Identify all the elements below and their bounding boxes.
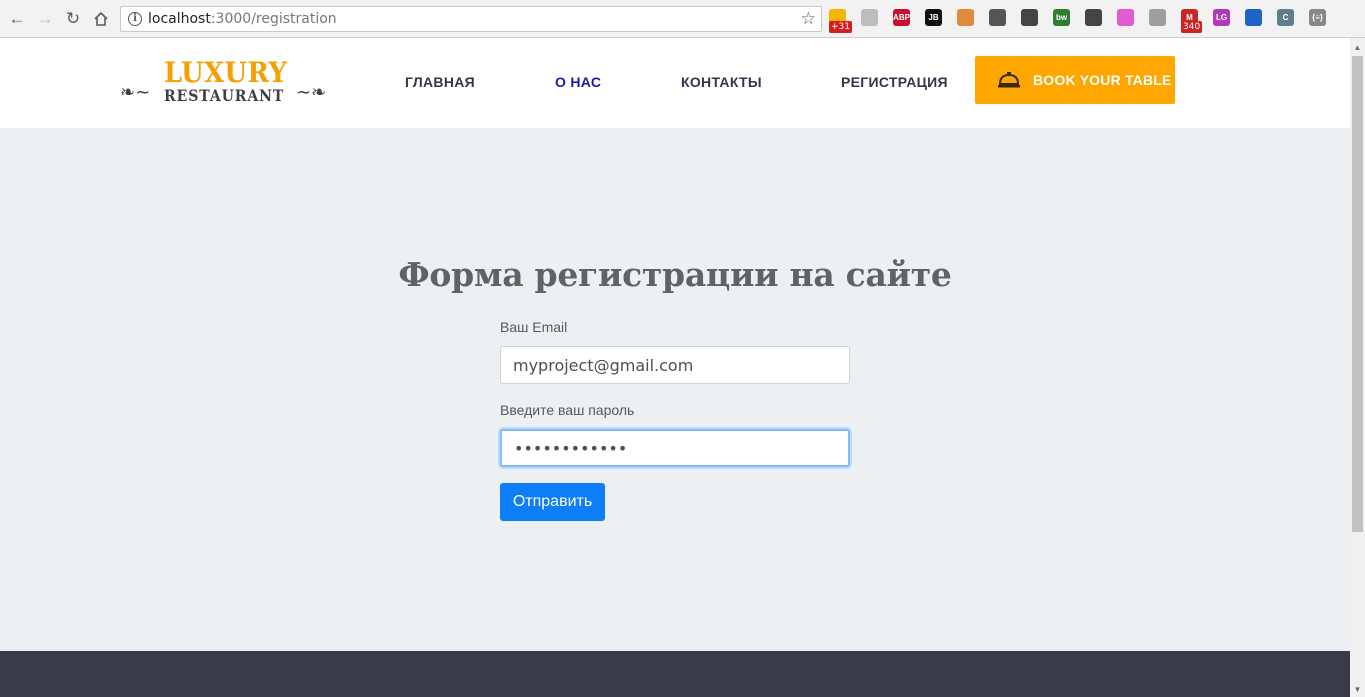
nav-about[interactable]: О НАС: [555, 74, 601, 90]
forward-icon[interactable]: →: [34, 8, 56, 30]
save-icon[interactable]: [1245, 9, 1262, 26]
c-icon[interactable]: C: [1277, 9, 1294, 26]
form-title: Форма регистрации на сайте: [398, 255, 952, 294]
eyedropper-icon[interactable]: [989, 9, 1006, 26]
back-icon[interactable]: ←: [6, 8, 28, 30]
layout-icon[interactable]: [1149, 9, 1166, 26]
weather-badge: +31: [829, 21, 852, 33]
service-bell-icon: [998, 72, 1020, 88]
site-header: ❧∼ LUXURY RESTAURANT ∼❧ ГЛАВНАЯ О НАС КО…: [0, 38, 1350, 128]
ornament-left-icon: ❧∼: [120, 82, 151, 102]
nav-home[interactable]: ГЛАВНАЯ: [405, 74, 475, 90]
lg-icon[interactable]: LG: [1213, 9, 1230, 26]
gradient-icon[interactable]: [1117, 9, 1134, 26]
footer: [0, 651, 1350, 697]
info-icon[interactable]: i: [128, 12, 142, 26]
nav-contacts[interactable]: КОНТАКТЫ: [681, 74, 762, 90]
scroll-down-icon[interactable]: ▼: [1350, 682, 1365, 697]
logo[interactable]: ❧∼ LUXURY RESTAURANT ∼❧: [120, 58, 332, 108]
sync-icon[interactable]: [1085, 9, 1102, 26]
logo-subtitle: RESTAURANT: [164, 86, 285, 105]
submit-button[interactable]: Отправить: [500, 483, 605, 521]
email-field[interactable]: [500, 346, 850, 384]
url-text: localhost:3000/registration: [148, 11, 337, 27]
book-table-label: BOOK YOUR TABLE: [1033, 72, 1172, 88]
scrollbar-thumb[interactable]: [1352, 56, 1363, 532]
ornament-right-icon: ∼❧: [296, 82, 327, 102]
adblock-icon[interactable]: ABP: [893, 9, 910, 26]
nav-registration[interactable]: РЕГИСТРАЦИЯ: [841, 74, 948, 90]
pdf-icon[interactable]: [861, 9, 878, 26]
browser-toolbar: ← → ↻ i localhost:3000/registration ☆ +3…: [0, 0, 1365, 38]
ruler-icon[interactable]: [957, 9, 974, 26]
jetbrains-icon[interactable]: JB: [925, 9, 942, 26]
logo-title: LUXURY: [164, 56, 288, 89]
bw-icon[interactable]: bw: [1053, 9, 1070, 26]
address-bar[interactable]: i localhost:3000/registration ☆: [120, 6, 822, 32]
book-table-button[interactable]: BOOK YOUR TABLE: [975, 56, 1175, 104]
bookmark-star-icon[interactable]: ☆: [801, 9, 816, 29]
email-label: Ваш Email: [500, 319, 568, 335]
json-icon[interactable]: {≡}: [1309, 9, 1326, 26]
reload-icon[interactable]: ↻: [62, 8, 84, 30]
scroll-up-icon[interactable]: ▲: [1350, 40, 1365, 55]
gmail-badge: 340: [1181, 21, 1203, 33]
home-icon[interactable]: [90, 8, 112, 30]
password-field[interactable]: [500, 429, 850, 467]
screenshot-icon[interactable]: [1021, 9, 1038, 26]
password-label: Введите ваш пароль: [500, 402, 635, 418]
